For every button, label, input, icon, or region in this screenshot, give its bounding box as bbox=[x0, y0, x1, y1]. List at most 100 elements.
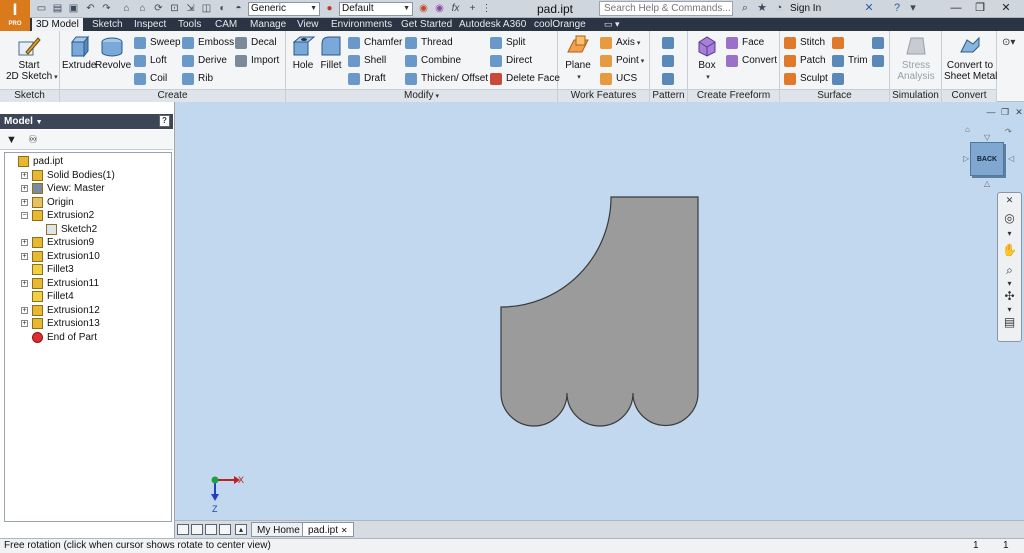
tree-node[interactable]: − Extrusion2 bbox=[5, 209, 169, 222]
ribbon-minimize-icon[interactable]: ▭ ▾ bbox=[604, 18, 620, 31]
tab-pad-ipt[interactable]: pad.ipt ✕ bbox=[302, 522, 354, 537]
repair-bodies-button[interactable] bbox=[872, 54, 884, 68]
tab-my-home[interactable]: My Home bbox=[251, 522, 306, 537]
combine-button[interactable]: Combine bbox=[405, 54, 461, 68]
expand-icon[interactable]: + bbox=[21, 239, 28, 246]
split-view-icon[interactable] bbox=[219, 524, 231, 535]
tree-node[interactable]: + View: Master bbox=[5, 182, 169, 195]
tab-inspect[interactable]: Inspect bbox=[134, 18, 166, 31]
freeform-face-button[interactable]: Face bbox=[726, 36, 764, 50]
tab-3d-model[interactable]: 3D Model bbox=[32, 18, 83, 31]
tile-icon[interactable] bbox=[177, 524, 189, 535]
expand-icon[interactable]: + bbox=[21, 320, 28, 327]
open-file-icon[interactable]: ▤ bbox=[51, 2, 64, 15]
viewport-close-icon[interactable]: ✕ bbox=[1014, 107, 1024, 117]
tree-node[interactable]: + Extrusion13 bbox=[5, 317, 169, 330]
viewcube-down-arrow[interactable]: △ bbox=[984, 180, 990, 188]
update-icon[interactable]: ⟳ bbox=[152, 2, 165, 15]
ribbon-options-icon[interactable]: ⊙▾ bbox=[1002, 37, 1015, 48]
filter-icon[interactable]: ▼ bbox=[6, 133, 17, 147]
star-icon[interactable]: ★ bbox=[755, 1, 769, 16]
thread-button[interactable]: Thread bbox=[405, 36, 453, 50]
save-icon[interactable]: ▣ bbox=[67, 2, 80, 15]
panel-label-modify[interactable]: Modify ▾ bbox=[286, 89, 557, 102]
derive-button[interactable]: Derive bbox=[182, 54, 227, 68]
adjust-icon[interactable]: ◉ bbox=[417, 2, 430, 15]
tree-node[interactable]: + Extrusion11 bbox=[5, 277, 169, 290]
sweep-button[interactable]: Sweep bbox=[134, 36, 181, 50]
browser-header[interactable]: Model ▼ ? bbox=[0, 114, 173, 129]
tree-node[interactable]: Sketch2 bbox=[5, 223, 169, 236]
tab-menu-icon[interactable]: ▴ bbox=[235, 524, 247, 535]
viewcube-home-icon[interactable]: ⌂ bbox=[965, 126, 970, 134]
new-file-icon[interactable]: ▭ bbox=[35, 2, 48, 15]
tab-tools[interactable]: Tools bbox=[178, 18, 201, 31]
mirror-button[interactable] bbox=[662, 72, 674, 86]
ucs-button[interactable]: UCS bbox=[600, 72, 637, 86]
shell-button[interactable]: Shell bbox=[348, 54, 386, 68]
undo-icon[interactable]: ↶ bbox=[84, 2, 97, 15]
navbar-close-icon[interactable]: ✕ bbox=[998, 193, 1021, 207]
orbit-icon[interactable]: ✣ bbox=[998, 289, 1021, 303]
draft-button[interactable]: Draft bbox=[348, 72, 386, 86]
tab-get-started[interactable]: Get Started bbox=[401, 18, 452, 31]
viewcube-rotate-icon[interactable]: ↷ bbox=[1005, 128, 1012, 136]
material-icon[interactable]: ◫ bbox=[200, 2, 213, 15]
coil-button[interactable]: Coil bbox=[134, 72, 167, 86]
rib-button[interactable]: Rib bbox=[182, 72, 213, 86]
thicken-offset-button[interactable]: Thicken/ Offset bbox=[405, 72, 488, 86]
import-button[interactable]: Import bbox=[235, 54, 279, 68]
loft-button[interactable]: Loft bbox=[134, 54, 167, 68]
tree-node[interactable]: + Extrusion12 bbox=[5, 304, 169, 317]
tab-cam[interactable]: CAM bbox=[215, 18, 237, 31]
axis-button[interactable]: Axis ▾ bbox=[600, 36, 640, 50]
direct-button[interactable]: Direct bbox=[490, 54, 532, 68]
tab-close-icon[interactable]: ✕ bbox=[341, 526, 348, 535]
zoom-icon[interactable]: ⌕ bbox=[998, 263, 1021, 277]
help-icon[interactable]: ? bbox=[890, 1, 904, 16]
redo-icon[interactable]: ↷ bbox=[100, 2, 113, 15]
minimize-button[interactable]: — bbox=[944, 0, 968, 17]
freeform-convert-button[interactable]: Convert bbox=[726, 54, 777, 68]
convert-to-sheet-metal-button[interactable]: Convert to Sheet Metal bbox=[944, 34, 997, 82]
tree-node[interactable]: End of Part bbox=[5, 331, 169, 344]
sculpt-button[interactable]: Sculpt bbox=[784, 72, 828, 86]
split-button[interactable]: Split bbox=[490, 36, 525, 50]
hole-button[interactable]: Hole bbox=[288, 34, 318, 71]
fx-icon[interactable]: fx bbox=[449, 2, 462, 15]
collapse-icon[interactable]: − bbox=[21, 212, 28, 219]
expand-icon[interactable]: + bbox=[21, 306, 28, 314]
expand-icon[interactable]: + bbox=[21, 185, 28, 192]
return-icon[interactable]: ⌂ bbox=[120, 2, 133, 15]
patch-button[interactable]: Patch bbox=[784, 54, 826, 68]
viewcube-up-arrow[interactable]: ▽ bbox=[984, 134, 990, 142]
cascade-icon[interactable] bbox=[191, 524, 203, 535]
chamfer-button[interactable]: Chamfer bbox=[348, 36, 402, 50]
tab-coolorange[interactable]: coolOrange bbox=[534, 18, 586, 31]
replace-face-button[interactable] bbox=[872, 36, 884, 50]
tab-environments[interactable]: Environments bbox=[331, 18, 392, 31]
steering-wheel-icon[interactable]: ◎ bbox=[998, 211, 1021, 225]
tab-sketch[interactable]: Sketch bbox=[92, 18, 123, 31]
revolve-button[interactable]: Revolve bbox=[95, 34, 131, 71]
chevron-down-icon[interactable]: ▾ bbox=[998, 227, 1021, 241]
restore-button[interactable]: ❐ bbox=[968, 0, 992, 17]
user-icon[interactable]: ◔ bbox=[772, 1, 786, 16]
graphics-viewport[interactable]: X Z — ❐ ✕ bbox=[176, 102, 1024, 520]
expand-icon[interactable]: + bbox=[21, 252, 28, 260]
stress-analysis-button[interactable]: Stress Analysis bbox=[894, 34, 938, 82]
emboss-button[interactable]: Emboss bbox=[182, 36, 234, 50]
rectangular-pattern-button[interactable] bbox=[662, 36, 674, 50]
decal-button[interactable]: Decal bbox=[235, 36, 277, 50]
extrude-button[interactable]: Extrude bbox=[62, 34, 96, 71]
help-dropdown-icon[interactable]: ▾ bbox=[906, 1, 920, 16]
binoculars-icon[interactable]: ♾ bbox=[28, 133, 38, 147]
clear-icon[interactable]: ◉ bbox=[433, 2, 446, 15]
pan-icon[interactable]: ✋ bbox=[998, 243, 1021, 257]
delete-face-button[interactable]: Delete Face bbox=[490, 72, 560, 86]
style-combo[interactable]: Default ▼ bbox=[339, 2, 413, 16]
appearance-icon[interactable]: ◓ bbox=[232, 2, 245, 15]
viewport-minimize-icon[interactable]: — bbox=[986, 107, 996, 117]
viewcube-left-arrow[interactable]: ▷ bbox=[963, 155, 969, 163]
add-icon[interactable]: + bbox=[466, 2, 479, 15]
